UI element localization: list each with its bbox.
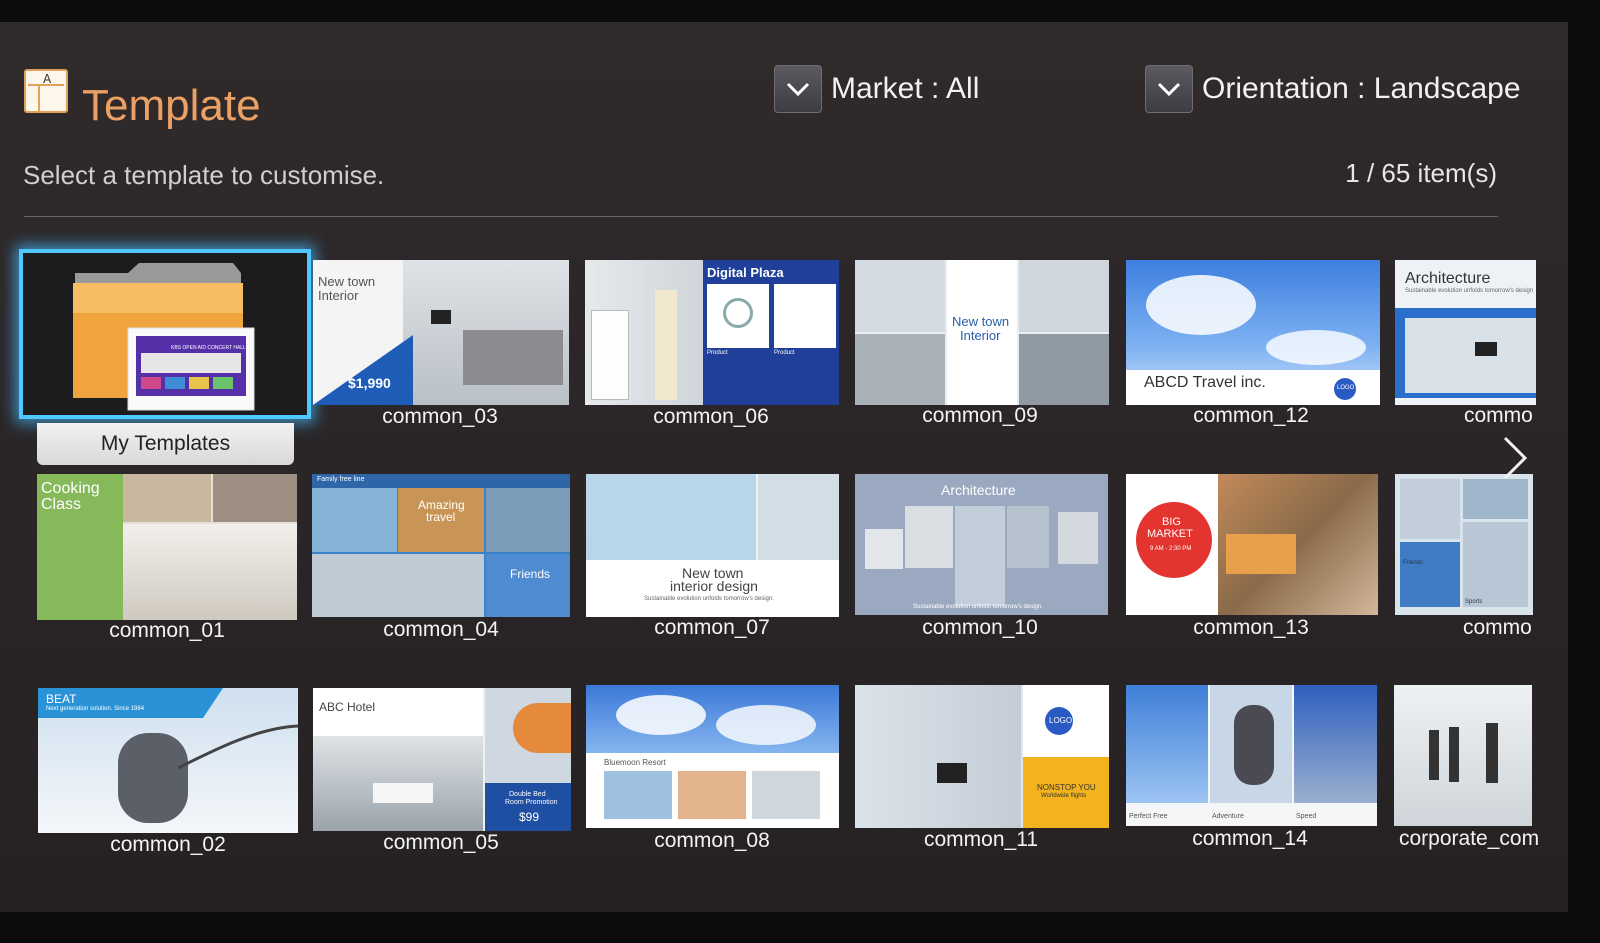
template-thumb-common-03[interactable]: New town Interior $1,990 [313, 260, 569, 405]
thumb-text: Sustainable evolution unfolds tomorrow's… [1405, 288, 1534, 294]
thumb-text: Interior [318, 288, 359, 303]
thumb-text: Family free line [317, 476, 365, 483]
header-divider [24, 216, 1498, 217]
thumb-text: New town [952, 314, 1010, 329]
thumb-text: LOGO [1337, 385, 1355, 391]
template-thumb-common-16[interactable]: Friends Sports [1395, 474, 1533, 615]
thumb-text: Interior [960, 328, 1001, 343]
template-thumb-common-01[interactable]: Cooking Class [37, 474, 297, 620]
template-label: common_06 [653, 405, 769, 428]
template-thumb-common-04[interactable]: Family free line Amazing travel Friends [312, 474, 570, 617]
thumb-text: Architecture [941, 482, 1016, 498]
template-label: common_13 [1193, 616, 1309, 639]
template-label: common_14 [1192, 827, 1308, 850]
thumb-text: Double Bed [509, 791, 546, 798]
thumb-text: ABC Hotel [319, 700, 376, 714]
thumb-text: NONSTOP YOU [1037, 783, 1096, 792]
thumb-text: Next generation solution. Since 1984 [46, 706, 145, 712]
template-label: commo [1464, 404, 1533, 427]
template-screen: A Template Select a template to customis… [0, 22, 1568, 912]
template-label: common_01 [109, 619, 225, 642]
template-label: common_10 [922, 616, 1038, 639]
template-label: common_03 [382, 405, 498, 428]
orientation-filter-label: Orientation : Landscape [1202, 72, 1521, 105]
template-thumb-common-09[interactable]: New town Interior [855, 260, 1109, 405]
template-label: common_05 [383, 831, 499, 854]
thumb-text: travel [426, 510, 456, 524]
thumb-text: New town [318, 274, 376, 289]
thumb-text: Class [41, 496, 82, 513]
thumb-text: BEAT [46, 692, 77, 706]
my-templates-label[interactable]: My Templates [37, 423, 294, 465]
template-thumb-common-05[interactable]: ABC Hotel Double Bed Room Promotion $99 [313, 688, 571, 831]
template-thumb-common-13[interactable]: BIG MARKET 9 AM - 2:30 PM [1126, 474, 1378, 615]
template-label: common_07 [654, 616, 770, 639]
thumb-text: Product [774, 350, 795, 356]
chevron-down-icon[interactable] [1145, 65, 1193, 113]
template-label: commo [1463, 616, 1532, 639]
template-thumb-common-07[interactable]: New town interior design Sustainable evo… [586, 474, 839, 617]
my-templates-thumb-text: KBS OPEN AID CONCERT HALL [171, 345, 246, 351]
thumb-text: Room Promotion [505, 799, 558, 806]
thumb-text: Product [707, 350, 728, 356]
thumb-text: 9 AM - 2:30 PM [1150, 546, 1192, 552]
template-thumb-common-10[interactable]: Architecture Sustainable evolution unfol… [855, 474, 1108, 615]
template-label: common_04 [383, 618, 499, 641]
thumb-text: LOGO [1049, 716, 1073, 725]
thumb-text: Digital Plaza [707, 265, 784, 280]
thumb-text: Speed [1296, 813, 1317, 820]
template-icon: A [24, 69, 68, 113]
market-filter-label: Market : All [831, 72, 980, 105]
chevron-down-icon[interactable] [774, 65, 822, 113]
thumb-text: BIG [1162, 516, 1181, 528]
folder-icon [23, 253, 307, 415]
thumb-text: Perfect Free [1129, 813, 1168, 820]
chevron-right-icon[interactable] [1497, 432, 1533, 484]
thumb-text: Bluemoon Resort [604, 758, 666, 767]
thumb-text: Friends [510, 567, 551, 581]
market-filter[interactable]: Market : All [774, 65, 979, 113]
thumb-text: $1,990 [348, 375, 391, 391]
page-title: Template [82, 81, 261, 130]
thumb-text: Worldwide flights [1041, 793, 1087, 799]
template-thumb-common-15[interactable]: Architecture Sustainable evolution unfol… [1395, 260, 1536, 405]
thumb-text: Architecture [1405, 270, 1491, 287]
page-subtitle: Select a template to customise. [23, 160, 385, 190]
thumb-text: Sustainable evolution unfolds tomorrow's… [913, 604, 1043, 610]
thumb-text: $99 [519, 810, 540, 824]
template-thumb-corporate[interactable] [1394, 685, 1532, 826]
template-label: common_02 [110, 833, 226, 856]
template-label: common_11 [923, 828, 1039, 851]
template-label: common_09 [922, 404, 1038, 427]
thumb-text: Adventure [1212, 813, 1244, 820]
template-thumb-common-12[interactable]: ABCD Travel inc. LOGO [1126, 260, 1380, 405]
thumb-text: MARKET [1147, 528, 1193, 540]
thumb-text: Sports [1465, 599, 1483, 605]
thumb-text: Friends [1403, 560, 1424, 566]
template-label: corporate_com [1399, 827, 1540, 850]
template-thumb-common-08[interactable]: Bluemoon Resort [586, 685, 839, 828]
my-templates-tile[interactable]: KBS OPEN AID CONCERT HALL [19, 249, 311, 419]
thumb-text: ABCD Travel inc. [1144, 374, 1266, 391]
item-count: 1 / 65 item(s) [1345, 158, 1497, 188]
template-label: common_12 [1193, 404, 1309, 427]
orientation-filter[interactable]: Orientation : Landscape [1145, 65, 1521, 113]
template-thumb-common-14[interactable]: Perfect Free Adventure Speed [1126, 685, 1377, 826]
thumb-text: Sustainable evolution unfolds tomorrow's… [644, 596, 774, 602]
template-thumb-common-02[interactable]: BEAT Next generation solution. Since 198… [38, 688, 298, 833]
template-label: common_08 [654, 829, 770, 852]
template-thumb-common-11[interactable]: LOGO NONSTOP YOU Worldwide flights [855, 685, 1109, 828]
thumb-text: interior design [670, 578, 758, 594]
template-thumb-common-06[interactable]: Digital Plaza Product Product [585, 260, 839, 405]
